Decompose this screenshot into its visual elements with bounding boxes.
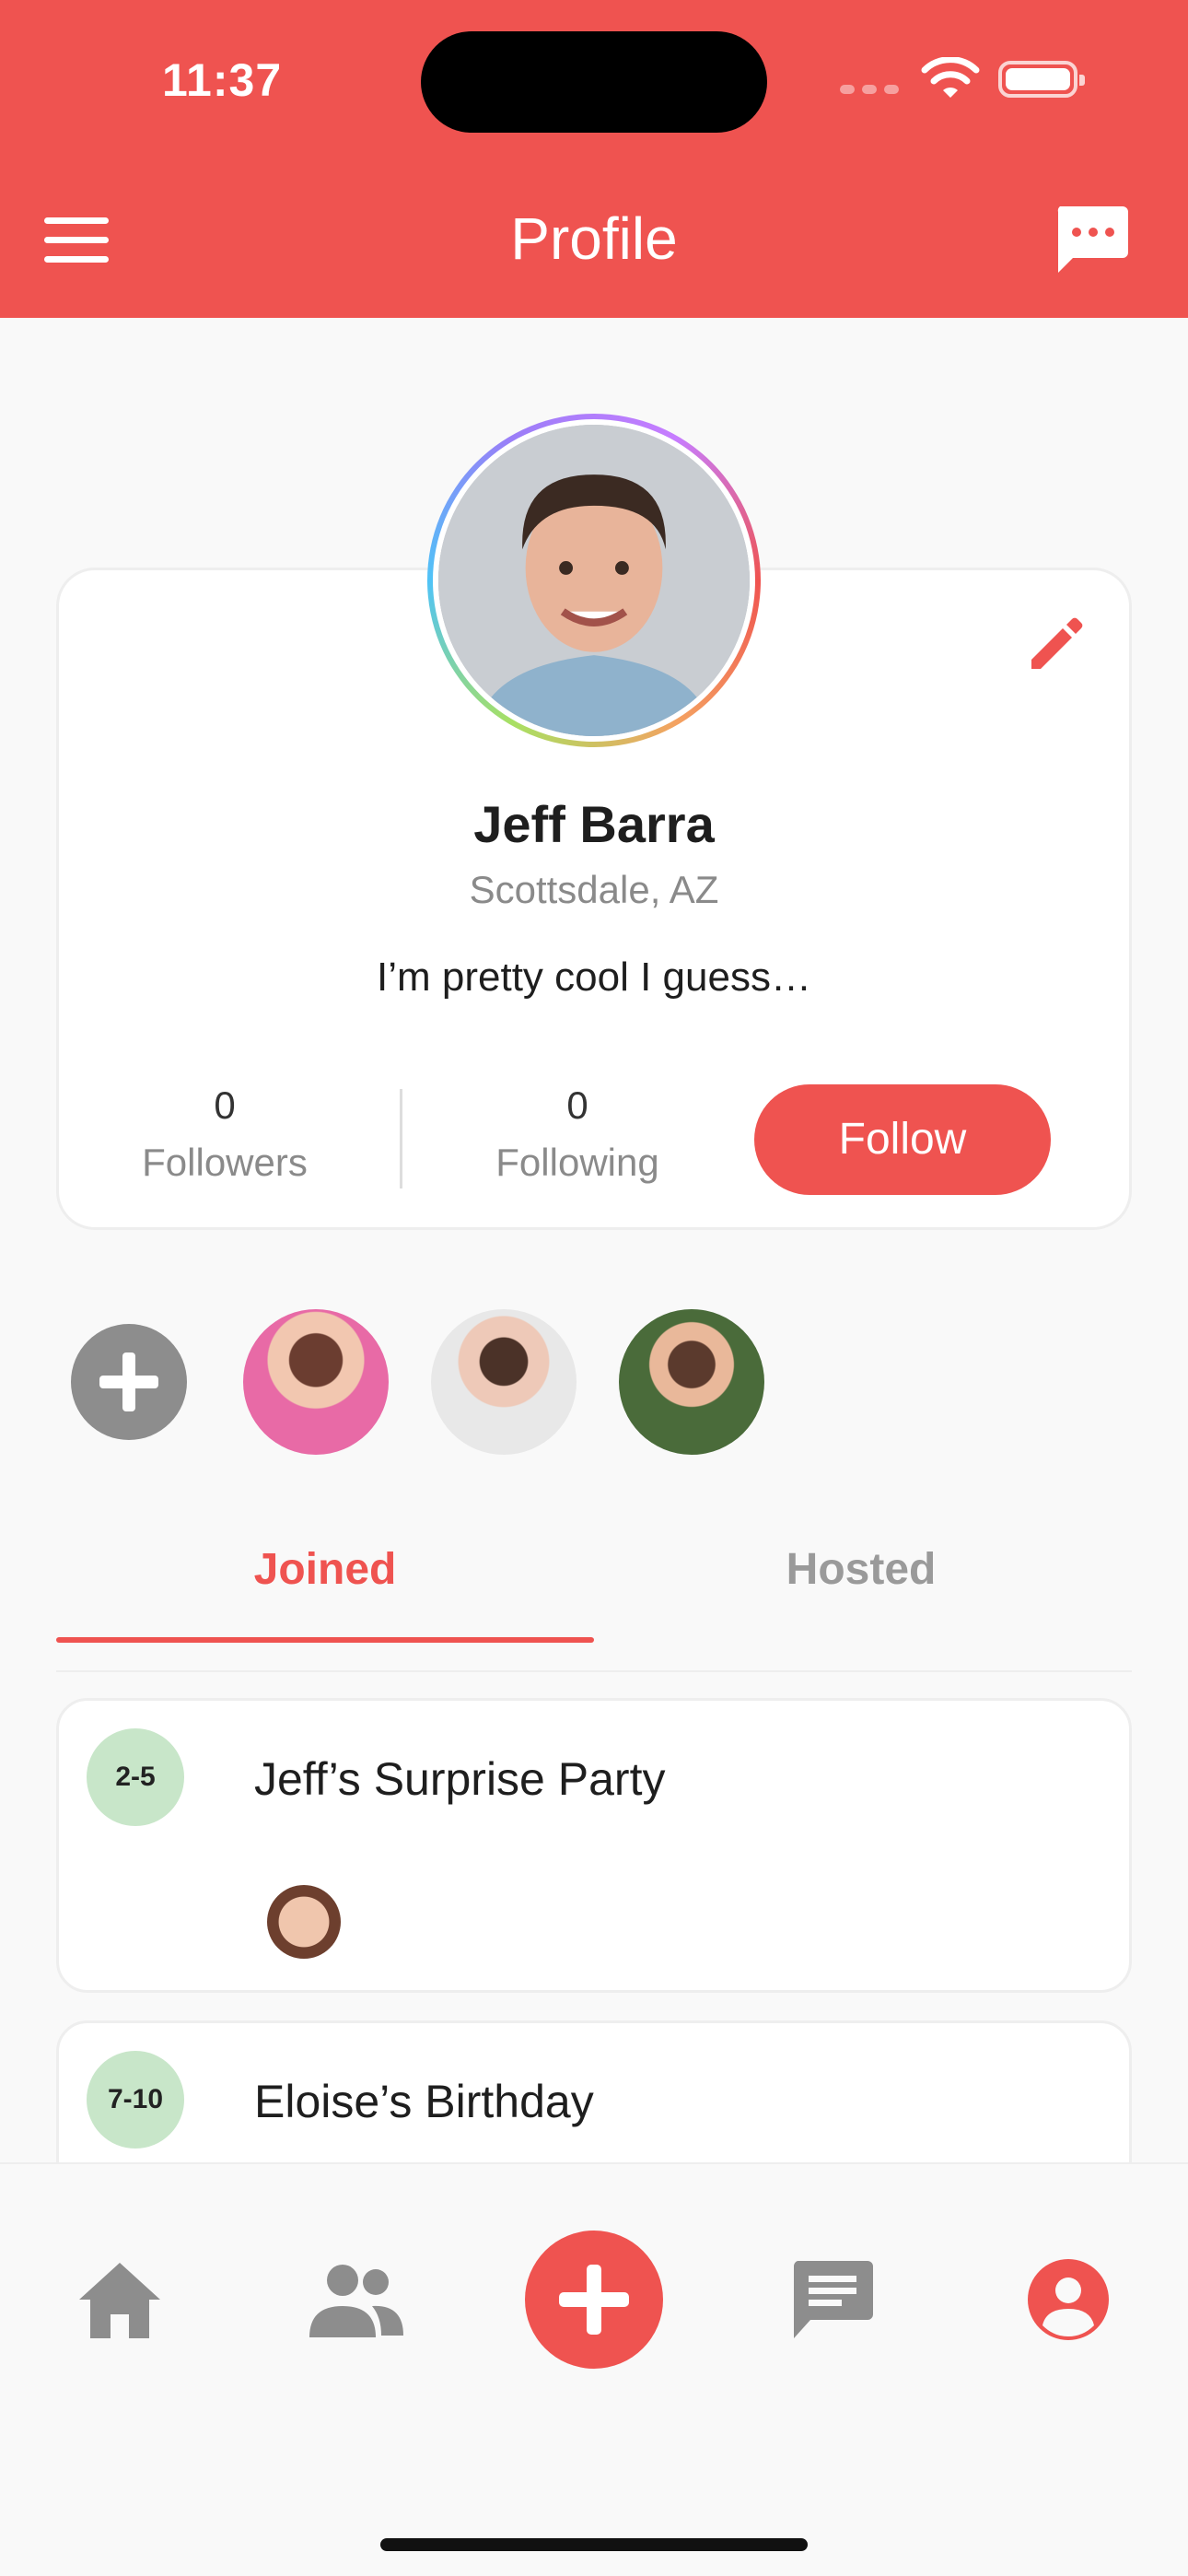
attendee-avatar[interactable] [267,1885,341,1959]
profile-avatar[interactable] [427,414,761,747]
following-stat[interactable]: 0 Following [430,1083,725,1185]
event-title: Eloise’s Birthday [254,2076,594,2127]
edit-pencil-icon[interactable] [1024,612,1089,676]
add-friend-icon[interactable] [71,1324,187,1440]
status-icons [840,57,1089,103]
bottom-nav [0,2162,1188,2576]
status-time: 11:37 [162,54,283,106]
page-title: Profile [510,205,678,272]
followers-label: Followers [142,1141,308,1184]
event-date-badge: 7-10 [87,2051,184,2149]
followers-stat[interactable]: 0 Followers [77,1083,372,1185]
friend-avatar[interactable] [619,1309,764,1455]
stat-divider [400,1089,402,1188]
tabs-divider [56,1670,1132,1672]
followers-count: 0 [214,1083,236,1127]
profile-name: Jeff Barra [473,795,715,853]
home-icon[interactable] [76,2259,164,2342]
dynamic-island [421,31,767,133]
people-icon[interactable] [308,2262,405,2339]
wifi-icon [921,57,980,98]
active-tab-indicator [56,1637,594,1643]
app-header: 11:37 Profile [0,0,1188,318]
account-icon[interactable] [1026,2257,1111,2342]
profile-bio: I’m pretty cool I guess… [377,954,811,1000]
add-icon[interactable] [525,2231,663,2369]
chat-bubble-icon[interactable] [1053,203,1130,276]
tab-hosted[interactable]: Hosted [594,1544,1128,1595]
following-count: 0 [566,1083,588,1127]
signal-icon [840,85,899,94]
friend-avatar[interactable] [431,1309,577,1455]
event-date-badge: 2-5 [87,1728,184,1826]
avatar-photo [438,425,750,736]
friend-avatar[interactable] [243,1309,389,1455]
tab-joined[interactable]: Joined [56,1544,594,1595]
following-label: Following [495,1141,659,1184]
messages-icon[interactable] [790,2257,875,2342]
event-card[interactable]: 2-5 Jeff’s Surprise Party [56,1698,1132,1993]
battery-icon [998,61,1085,98]
follow-button[interactable]: Follow [754,1084,1051,1195]
home-indicator[interactable] [380,2538,808,2551]
profile-location: Scottsdale, AZ [469,868,719,911]
event-title: Jeff’s Surprise Party [254,1753,666,1805]
